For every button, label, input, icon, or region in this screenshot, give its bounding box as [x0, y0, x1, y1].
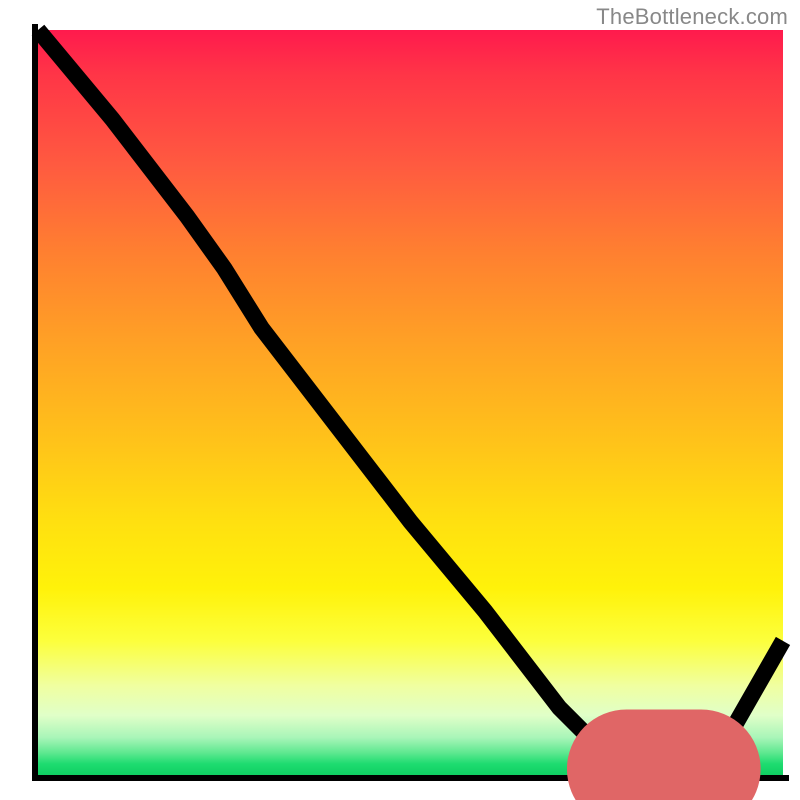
- bottleneck-curve-line: [38, 30, 783, 775]
- watermark-text: TheBottleneck.com: [596, 4, 788, 30]
- chart-plot-area: [38, 30, 783, 775]
- chart-svg: [38, 30, 783, 775]
